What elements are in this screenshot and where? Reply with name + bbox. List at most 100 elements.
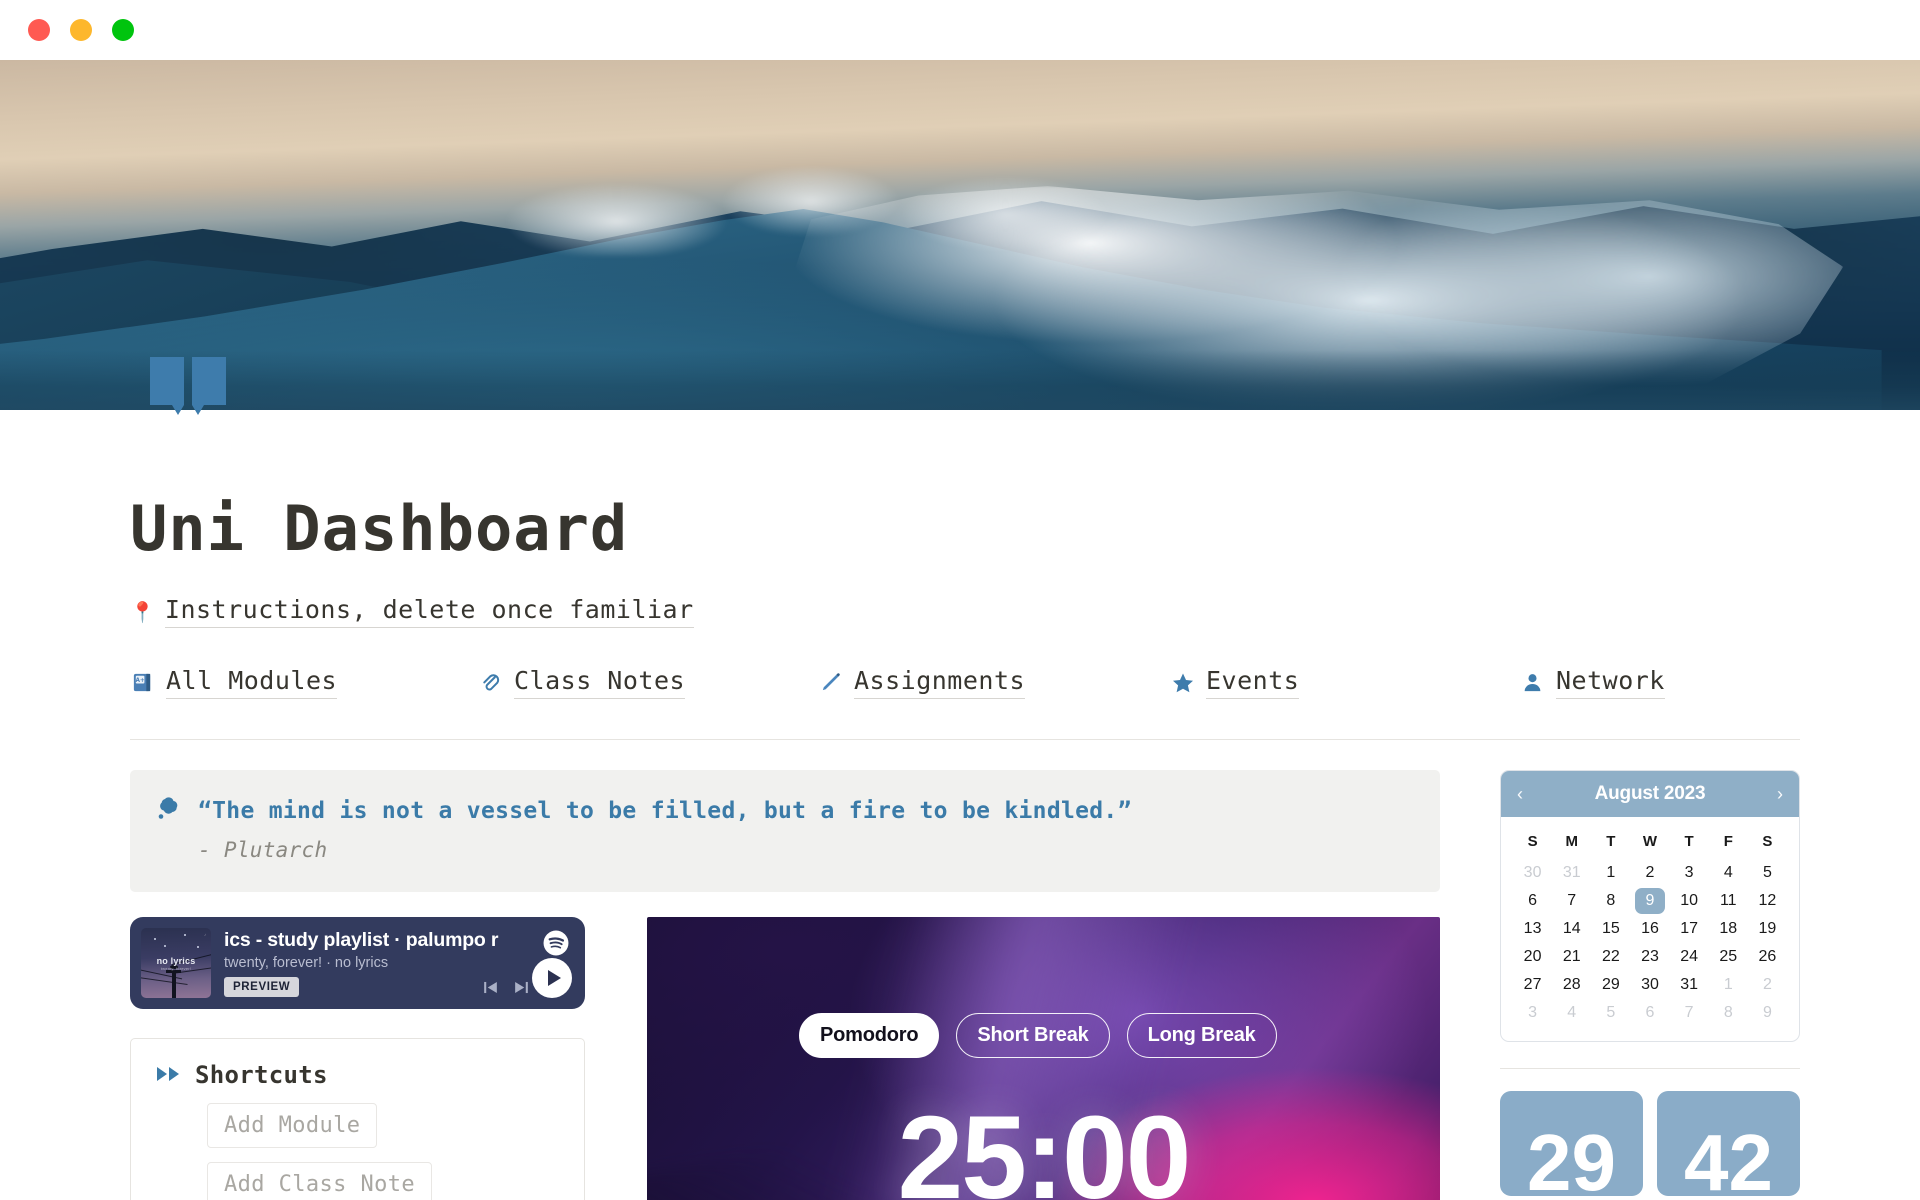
- calendar-widget[interactable]: ‹ August 2023 › S M T W T F S 30 31 1 2 …: [1500, 770, 1800, 1042]
- calendar-day-number: 27: [1523, 976, 1542, 993]
- calendar-next-month-button[interactable]: ›: [1777, 785, 1783, 803]
- calendar-day-number: 31: [1680, 976, 1699, 993]
- calendar-day[interactable]: 2: [1748, 971, 1787, 999]
- calendar-day[interactable]: 1: [1591, 859, 1630, 887]
- calendar-day[interactable]: 4: [1552, 999, 1591, 1027]
- calendar-day[interactable]: 18: [1709, 915, 1748, 943]
- stat-card[interactable]: 42: [1657, 1091, 1800, 1196]
- calendar-day[interactable]: 8: [1709, 999, 1748, 1027]
- calendar-day[interactable]: 3: [1670, 859, 1709, 887]
- calendar-day[interactable]: 6: [1513, 887, 1552, 915]
- cover-image[interactable]: [0, 60, 1920, 410]
- nav-item-class-notes[interactable]: Class Notes: [478, 666, 818, 699]
- nav-item-assignments[interactable]: Assignments: [818, 666, 1170, 699]
- calendar-week-row: 13 14 15 16 17 18 19: [1513, 915, 1787, 943]
- previous-track-icon[interactable]: [481, 978, 500, 997]
- calendar-day[interactable]: 5: [1591, 999, 1630, 1027]
- svg-text:A+: A+: [135, 678, 144, 684]
- calendar-day-number: 5: [1762, 864, 1772, 881]
- nav-item-network[interactable]: Network: [1520, 666, 1665, 699]
- calendar-header: ‹ August 2023 ›: [1501, 771, 1799, 817]
- calendar-day[interactable]: 8: [1591, 887, 1630, 915]
- calendar-day[interactable]: 14: [1552, 915, 1591, 943]
- calendar-day[interactable]: 1: [1709, 971, 1748, 999]
- calendar-day[interactable]: 24: [1670, 943, 1709, 971]
- quote-callout: “The mind is not a vessel to be filled, …: [130, 770, 1440, 893]
- traffic-lights: [28, 19, 134, 41]
- calendar-day[interactable]: 6: [1630, 999, 1669, 1027]
- calendar-day[interactable]: 5: [1748, 859, 1787, 887]
- calendar-day-number: 9: [1762, 1004, 1772, 1021]
- calendar-day-number: 28: [1562, 976, 1581, 993]
- calendar-day[interactable]: 19: [1748, 915, 1787, 943]
- spotify-track-title: ics - study playlist · palumpo r: [224, 929, 499, 952]
- calendar-day[interactable]: 22: [1591, 943, 1630, 971]
- calendar-week-row: 20 21 22 23 24 25 26: [1513, 943, 1787, 971]
- calendar-day[interactable]: 31: [1670, 971, 1709, 999]
- calendar-day-number: 2: [1645, 864, 1655, 881]
- calendar-day[interactable]: 21: [1552, 943, 1591, 971]
- calendar-day-number: 30: [1641, 976, 1659, 993]
- calendar-prev-month-button[interactable]: ‹: [1517, 785, 1523, 803]
- add-class-note-button[interactable]: Add Class Note: [207, 1162, 433, 1200]
- calendar-day[interactable]: 31: [1552, 859, 1591, 887]
- calendar-day[interactable]: 30: [1630, 971, 1669, 999]
- calendar-day[interactable]: 16: [1630, 915, 1669, 943]
- tab-long-break[interactable]: Long Break: [1126, 1013, 1277, 1059]
- tab-pomodoro[interactable]: Pomodoro: [799, 1013, 940, 1059]
- maximize-window-button[interactable]: [112, 19, 134, 41]
- calendar-day[interactable]: 15: [1591, 915, 1630, 943]
- calendar-day[interactable]: 11: [1709, 887, 1748, 915]
- calendar-day[interactable]: 28: [1552, 971, 1591, 999]
- nav-item-all-modules[interactable]: A+ All Modules: [130, 666, 478, 699]
- calendar-day[interactable]: 17: [1670, 915, 1709, 943]
- calendar-day[interactable]: 10: [1670, 887, 1709, 915]
- calendar-day[interactable]: 27: [1513, 971, 1552, 999]
- calendar-day[interactable]: 7: [1552, 887, 1591, 915]
- play-icon[interactable]: [532, 958, 572, 999]
- calendar-day[interactable]: 23: [1630, 943, 1669, 971]
- instructions-link[interactable]: 📍 Instructions, delete once familiar: [130, 595, 1800, 628]
- calendar-day-number: 9: [1634, 888, 1665, 914]
- shortcuts-title: Shortcuts: [195, 1061, 328, 1090]
- calendar-day-number: 22: [1601, 948, 1620, 965]
- next-track-icon[interactable]: [512, 978, 531, 997]
- tab-short-break[interactable]: Short Break: [956, 1013, 1110, 1059]
- calendar-day[interactable]: 20: [1513, 943, 1552, 971]
- calendar-day-number: 20: [1523, 948, 1542, 965]
- nav-label: Network: [1556, 666, 1665, 699]
- calendar-day[interactable]: 9: [1748, 999, 1787, 1027]
- calendar-grid: S M T W T F S 30 31 1 2 3 4 5 6 7 8 9 10 11 12 13 14 15 1…: [1501, 817, 1799, 1041]
- calendar-day-number: 7: [1684, 1004, 1694, 1021]
- pole-shape: [171, 970, 176, 999]
- calendar-day[interactable]: 12: [1748, 887, 1787, 915]
- calendar-day-number: 16: [1641, 920, 1659, 937]
- calendar-day-number: 3: [1528, 1004, 1538, 1021]
- calendar-day[interactable]: 4: [1709, 859, 1748, 887]
- close-window-button[interactable]: [28, 19, 50, 41]
- nav-item-events[interactable]: Events: [1170, 666, 1520, 699]
- page-content: Uni Dashboard 📍 Instructions, delete onc…: [0, 492, 1920, 1200]
- calendar-week-row: 27 28 29 30 31 1 2: [1513, 971, 1787, 999]
- calendar-day[interactable]: 30: [1513, 859, 1552, 887]
- album-watermark: ♪: [204, 932, 206, 938]
- open-book-icon[interactable]: [148, 357, 230, 415]
- calendar-day[interactable]: 2: [1630, 859, 1669, 887]
- calendar-day-today[interactable]: 9: [1630, 887, 1669, 915]
- calendar-day-number: 31: [1562, 864, 1581, 881]
- calendar-day[interactable]: 13: [1513, 915, 1552, 943]
- stat-cards-row: 29 42: [1500, 1091, 1800, 1196]
- calendar-day[interactable]: 26: [1748, 943, 1787, 971]
- calendar-day-number: 12: [1758, 892, 1777, 909]
- minimize-window-button[interactable]: [70, 19, 92, 41]
- calendar-month-label: August 2023: [1594, 783, 1706, 804]
- calendar-day[interactable]: 3: [1513, 999, 1552, 1027]
- stat-card[interactable]: 29: [1500, 1091, 1643, 1196]
- calendar-day[interactable]: 25: [1709, 943, 1748, 971]
- left-widget-stack: no lyrics twenty, forever! ♪ ics - study…: [130, 917, 585, 1200]
- calendar-day[interactable]: 29: [1591, 971, 1630, 999]
- add-module-button[interactable]: Add Module: [207, 1103, 378, 1149]
- spotify-player[interactable]: no lyrics twenty, forever! ♪ ics - study…: [130, 917, 585, 1010]
- calendar-day[interactable]: 7: [1670, 999, 1709, 1027]
- pomodoro-timer-widget[interactable]: Pomodoro Short Break Long Break 25:00: [647, 917, 1440, 1200]
